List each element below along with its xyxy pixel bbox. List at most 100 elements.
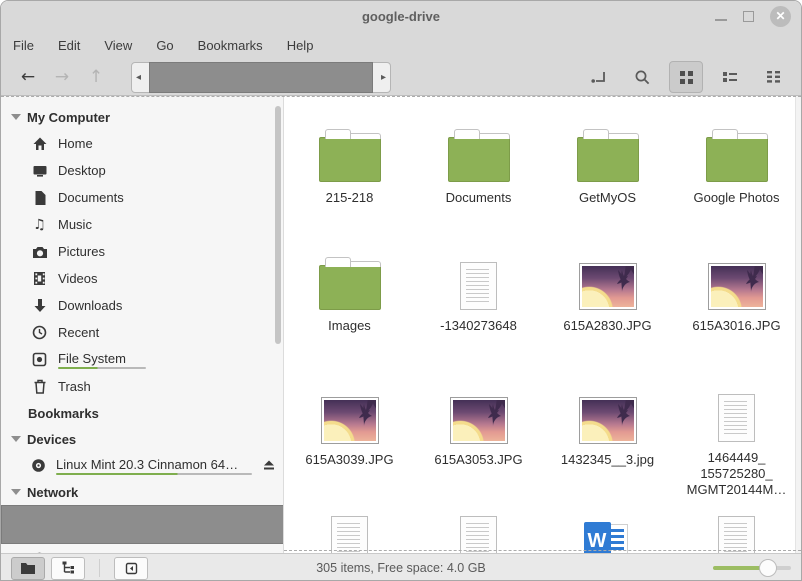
- desktop-icon: [31, 163, 48, 179]
- file-folder[interactable]: GetMyOS: [543, 116, 672, 244]
- sidebar-scrollbar[interactable]: [275, 106, 281, 344]
- file-folder[interactable]: Images: [285, 244, 414, 378]
- search-icon[interactable]: [625, 61, 659, 93]
- sidebar: My Computer Home Desktop Documents ♫ Mus…: [1, 96, 284, 553]
- compact-view-button[interactable]: [757, 61, 791, 93]
- expander-icon: [11, 436, 21, 442]
- sidebar-item-documents[interactable]: Documents: [1, 184, 283, 211]
- menu-file[interactable]: File: [13, 38, 34, 53]
- zoom-slider-track: [713, 566, 791, 570]
- file-image[interactable]: 615A3053.JPG: [414, 378, 543, 498]
- sidebar-item-home[interactable]: Home: [1, 130, 283, 157]
- file-image[interactable]: 615A2830.JPG: [543, 244, 672, 378]
- text-file-icon: [331, 516, 368, 553]
- file-text[interactable]: 1464449_ 155725280_ MGMT20144M…: [672, 378, 801, 498]
- sidebar-section-bookmarks[interactable]: Bookmarks: [1, 400, 283, 426]
- sidebar-item-music[interactable]: ♫ Music: [1, 211, 283, 238]
- file-image[interactable]: 615A3039.JPG: [285, 378, 414, 498]
- photo-thumbnail: [321, 397, 379, 444]
- grid-view-button[interactable]: [669, 61, 703, 93]
- camera-icon: [31, 245, 48, 259]
- disk-usage-bar: [58, 367, 146, 369]
- text-file-icon: [718, 394, 755, 442]
- file-folder[interactable]: Google Photos: [672, 116, 801, 244]
- file-view[interactable]: 215-218 Documents GetMyOS Google Photos: [284, 96, 801, 553]
- sidebar-item-videos[interactable]: Videos: [1, 265, 283, 292]
- file-manager-window: google-drive ✕ File Edit View Go Bookmar…: [0, 0, 802, 581]
- folder-icon: [319, 137, 381, 182]
- list-view-button[interactable]: [713, 61, 747, 93]
- sidebar-section-my-computer[interactable]: My Computer: [1, 104, 283, 130]
- clock-icon: [31, 325, 48, 340]
- expander-icon: [11, 114, 21, 120]
- file-image[interactable]: 1432345__3.jpg: [543, 378, 672, 498]
- photo-thumbnail: [708, 263, 766, 310]
- menu-edit[interactable]: Edit: [58, 38, 80, 53]
- menu-help[interactable]: Help: [287, 38, 314, 53]
- menu-view[interactable]: View: [104, 38, 132, 53]
- photo-thumbnail: [579, 397, 637, 444]
- sidebar-item-network[interactable]: Network: [1, 546, 283, 553]
- document-icon: [31, 190, 48, 206]
- statusbar: 305 items, Free space: 4.0 GB: [1, 553, 801, 581]
- menu-go[interactable]: Go: [156, 38, 173, 53]
- trash-icon: [31, 379, 48, 394]
- toolbar: ← → ↑ ◂ ▸: [1, 59, 801, 96]
- sidebar-item-linux-mint-volume[interactable]: Linux Mint 20.3 Cinnamon 64…: [1, 452, 283, 479]
- main-scrollbar[interactable]: [795, 96, 801, 553]
- file-word-document[interactable]: W: [543, 498, 672, 553]
- path-bar[interactable]: ◂ ▸: [131, 62, 391, 93]
- photo-thumbnail: [579, 263, 637, 310]
- sidebar-item-recent[interactable]: Recent: [1, 319, 283, 346]
- disk-usage-bar: [56, 473, 252, 475]
- status-text: 305 items, Free space: 4.0 GB: [1, 561, 801, 575]
- file-text[interactable]: [672, 498, 801, 553]
- text-file-icon: [460, 262, 497, 310]
- up-button[interactable]: ↑: [79, 69, 113, 86]
- file-text[interactable]: -1340273648: [414, 244, 543, 378]
- redaction-path: [149, 62, 373, 93]
- disc-icon: [31, 458, 46, 473]
- sidebar-item-desktop[interactable]: Desktop: [1, 157, 283, 184]
- file-folder[interactable]: Documents: [414, 116, 543, 244]
- eject-icon[interactable]: [262, 458, 276, 474]
- minimize-button[interactable]: [715, 19, 727, 21]
- drive-icon: [31, 352, 48, 367]
- menubar: File Edit View Go Bookmarks Help: [1, 31, 801, 59]
- file-image[interactable]: 615A3016.JPG: [672, 244, 801, 378]
- sidebar-item-file-system[interactable]: File System: [1, 346, 283, 373]
- word-document-icon: W: [584, 520, 632, 553]
- down-arrow-icon: [31, 298, 48, 313]
- sidebar-section-devices[interactable]: Devices: [1, 426, 283, 452]
- folder-icon: [319, 265, 381, 310]
- sidebar-item-downloads[interactable]: Downloads: [1, 292, 283, 319]
- window-title: google-drive: [1, 9, 801, 24]
- scroll-undershoot-top: [1, 96, 801, 97]
- menu-bookmarks[interactable]: Bookmarks: [198, 38, 263, 53]
- file-text[interactable]: [285, 498, 414, 553]
- location-entry-icon[interactable]: [581, 61, 615, 93]
- path-scroll-right-icon[interactable]: ▸: [381, 72, 386, 83]
- folder-icon: [577, 137, 639, 182]
- text-file-icon: [718, 516, 755, 553]
- photo-thumbnail: [450, 397, 508, 444]
- forward-button[interactable]: →: [45, 69, 79, 86]
- zoom-slider[interactable]: [713, 559, 791, 577]
- film-icon: [31, 271, 48, 286]
- close-button[interactable]: ✕: [770, 6, 791, 27]
- path-scroll-left-icon[interactable]: ◂: [136, 72, 141, 83]
- folder-icon: [448, 137, 510, 182]
- titlebar[interactable]: google-drive ✕: [1, 1, 801, 31]
- maximize-button[interactable]: [743, 11, 754, 22]
- folder-icon: [706, 137, 768, 182]
- sidebar-section-network[interactable]: Network: [1, 479, 283, 505]
- sidebar-item-trash[interactable]: Trash: [1, 373, 283, 400]
- file-folder[interactable]: 215-218: [285, 116, 414, 244]
- file-text[interactable]: [414, 498, 543, 553]
- expander-icon: [11, 489, 21, 495]
- zoom-slider-handle[interactable]: [759, 559, 777, 577]
- sidebar-item-pictures[interactable]: Pictures: [1, 238, 283, 265]
- text-file-icon: [460, 516, 497, 553]
- back-button[interactable]: ←: [11, 69, 45, 86]
- scroll-undershoot-bottom: [284, 550, 801, 551]
